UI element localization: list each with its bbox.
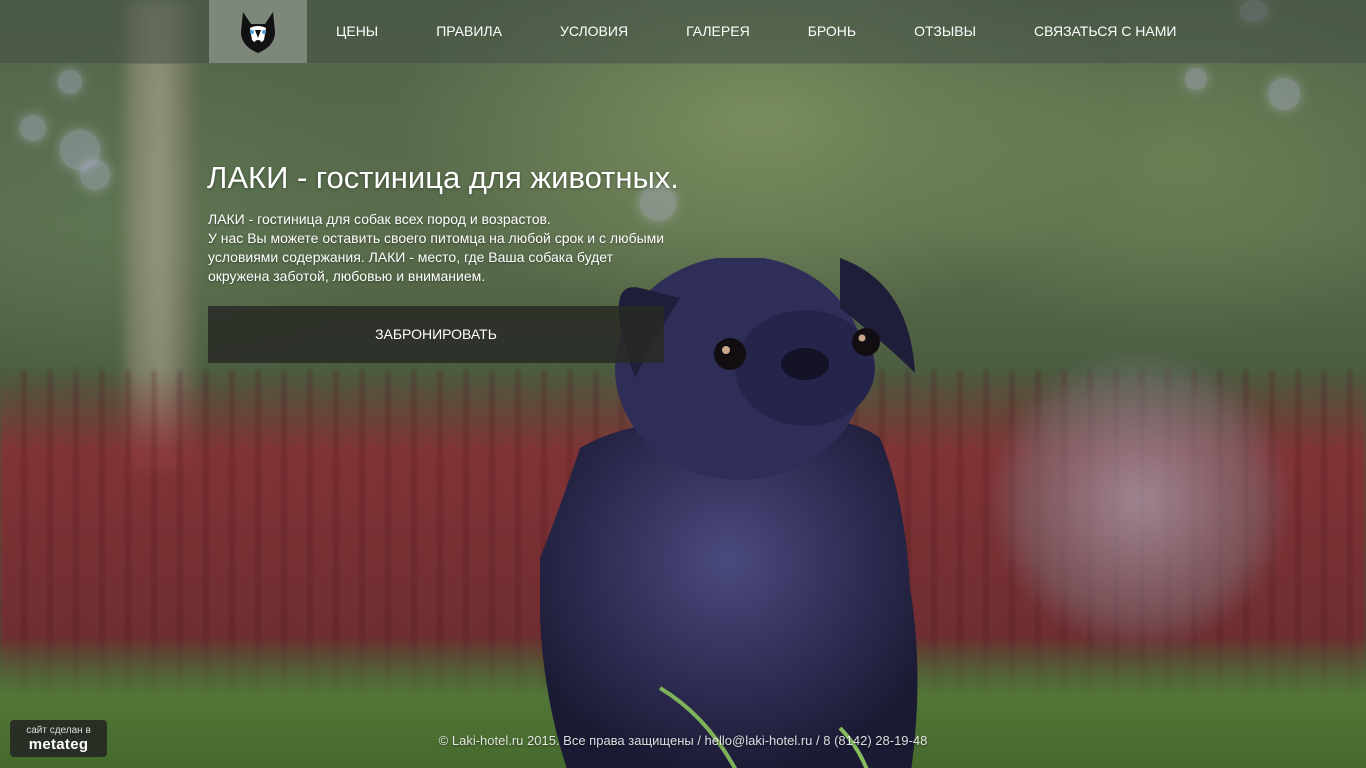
bokeh-light <box>20 115 46 141</box>
logo-link[interactable] <box>209 0 307 63</box>
nav-item-rules[interactable]: ПРАВИЛА <box>407 0 531 63</box>
bokeh-light <box>58 70 82 94</box>
bokeh-light <box>1268 78 1300 110</box>
book-button[interactable]: ЗАБРОНИРОВАТЬ <box>208 306 664 363</box>
nav-item-contact[interactable]: СВЯЗАТЬСЯ С НАМИ <box>1005 0 1206 63</box>
made-by-metateg-badge[interactable]: сайт сделан в metateg <box>10 720 107 757</box>
background-photo <box>0 0 1366 768</box>
bokeh-light <box>1185 68 1207 90</box>
metateg-logo-text: metateg <box>28 735 89 753</box>
hero-title: ЛАКИ - гостиница для животных. <box>207 160 679 195</box>
nav-item-gallery[interactable]: ГАЛЕРЕЯ <box>657 0 779 63</box>
nav-item-conditions[interactable]: УСЛОВИЯ <box>531 0 657 63</box>
nav-item-reviews[interactable]: ОТЗЫВЫ <box>885 0 1005 63</box>
footer-copyright: © Laki-hotel.ru 2015. Все права защищены… <box>438 733 928 748</box>
bokeh-light <box>80 160 110 190</box>
nav-item-prices[interactable]: ЦЕНЫ <box>307 0 407 63</box>
flower-bush <box>990 350 1290 650</box>
hero-description-line: У нас Вы можете оставить своего питомца … <box>208 230 665 284</box>
nav-item-booking[interactable]: БРОНЬ <box>779 0 885 63</box>
credit-caption: сайт сделан в <box>26 724 91 736</box>
nav-menu: ЦЕНЫ ПРАВИЛА УСЛОВИЯ ГАЛЕРЕЯ БРОНЬ ОТЗЫВ… <box>307 0 1205 63</box>
top-navbar: ЦЕНЫ ПРАВИЛА УСЛОВИЯ ГАЛЕРЕЯ БРОНЬ ОТЗЫВ… <box>0 0 1366 64</box>
husky-icon <box>241 11 275 53</box>
hero-description-line: ЛАКИ - гостиница для собак всех пород и … <box>208 211 551 227</box>
hero-description: ЛАКИ - гостиница для собак всех пород и … <box>208 210 678 286</box>
